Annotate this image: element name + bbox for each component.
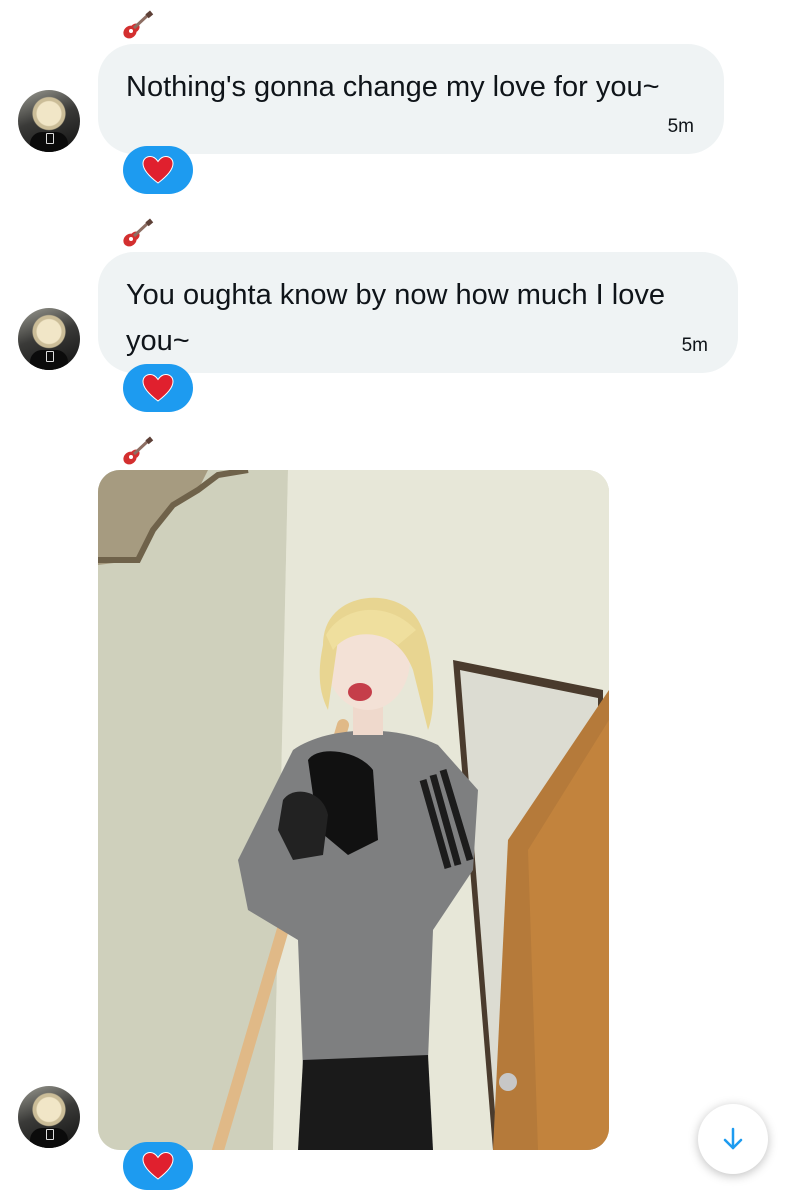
heart-icon [142, 1151, 174, 1180]
message-bubble[interactable]: Nothing's gonna change my love for you~ … [98, 44, 724, 154]
message-text: Nothing's gonna change my love for you~ [126, 71, 660, 103]
scroll-to-bottom-button[interactable] [698, 1104, 768, 1174]
message-timestamp: 5m [681, 335, 708, 356]
heart-reaction-button[interactable] [123, 364, 193, 412]
arrow-down-icon [723, 1127, 743, 1150]
message-bubble[interactable]: You oughta know by now how much I love y… [98, 252, 738, 373]
message-timestamp: 5m [667, 116, 694, 137]
photo-image [98, 470, 609, 1150]
heart-reaction-button[interactable] [123, 146, 193, 194]
sender-avatar[interactable] [18, 308, 80, 370]
message-text: You oughta know by now how much I love y… [126, 279, 665, 357]
heart-reaction-button[interactable] [123, 1142, 193, 1190]
sender-avatar[interactable] [18, 1086, 80, 1148]
heart-icon [142, 155, 174, 184]
guitar-emoji-icon [123, 10, 154, 39]
guitar-emoji-icon [123, 218, 154, 247]
heart-icon [142, 373, 174, 402]
message-photo[interactable] [98, 470, 609, 1150]
sender-avatar[interactable] [18, 90, 80, 152]
guitar-emoji-icon [123, 436, 154, 465]
